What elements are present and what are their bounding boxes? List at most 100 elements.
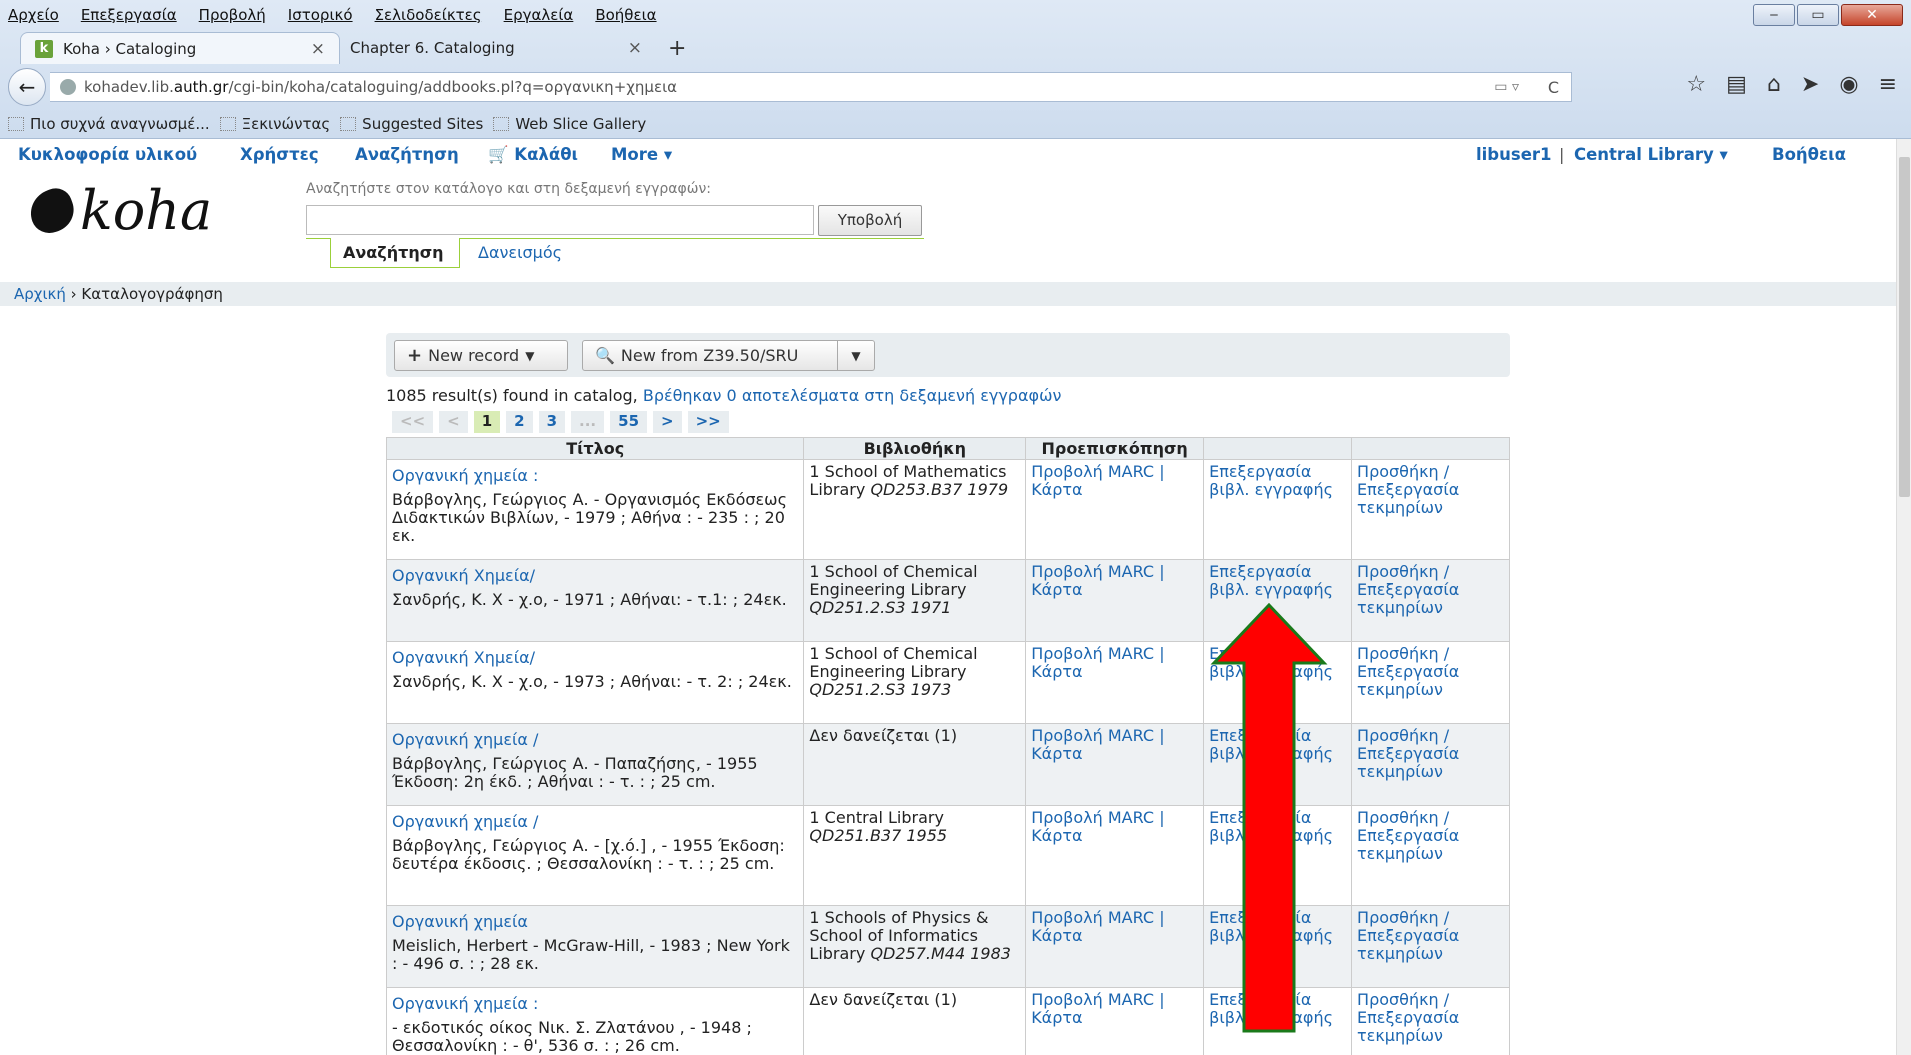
pager-prev: < xyxy=(439,411,468,433)
annotation-arrow-icon xyxy=(1210,603,1328,1033)
close-window-button[interactable]: ✕ xyxy=(1841,4,1903,26)
nav-user[interactable]: libuser1 xyxy=(1476,145,1552,164)
nav-help[interactable]: Βοήθεια xyxy=(1772,145,1846,164)
view-marc-link[interactable]: Προβολή MARC | xyxy=(1031,562,1164,581)
menu-help[interactable]: Βοήθεια xyxy=(595,6,656,24)
nav-search[interactable]: Αναζήτηση xyxy=(355,145,459,164)
view-marc-link[interactable]: Προβολή MARC | xyxy=(1031,644,1164,663)
bookmark-web-slice[interactable]: Web Slice Gallery xyxy=(493,115,646,133)
table-row: Οργανική χημεία : Βάρβογλης, Γεώργιος Α. … xyxy=(385,459,1510,560)
back-arrow-icon[interactable]: ← xyxy=(8,68,46,106)
edit-biblio-link[interactable]: Επεξεργασία βιβλ. εγγραφής xyxy=(1209,562,1333,599)
close-icon[interactable]: × xyxy=(311,39,325,59)
pager-next[interactable]: > xyxy=(653,411,682,433)
url-domain: auth.gr xyxy=(173,78,229,96)
maximize-button[interactable]: ▭ xyxy=(1797,4,1839,26)
reload-icon[interactable]: C xyxy=(1548,78,1559,97)
menu-bookmarks[interactable]: Σελιδοδείκτες xyxy=(375,6,482,24)
nav-library[interactable]: Central Library ▾ xyxy=(1574,145,1728,164)
nav-patrons[interactable]: Χρήστες xyxy=(240,145,319,164)
send-icon[interactable]: ➤ xyxy=(1801,72,1819,97)
table-header-row: Τίτλος Βιβλιοθήκη Προεπισκόπηση xyxy=(385,437,1510,460)
breadcrumb-home[interactable]: Αρχική xyxy=(14,285,66,303)
add-edit-items-link[interactable]: Προσθήκη / Επεξεργασία τεκμηρίων xyxy=(1357,908,1459,963)
add-edit-items-link[interactable]: Προσθήκη / Επεξεργασία τεκμηρίων xyxy=(1357,726,1459,781)
pager-page-2[interactable]: 2 xyxy=(506,411,533,433)
bookmark-suggested-sites[interactable]: Suggested Sites xyxy=(340,115,483,133)
card-link[interactable]: Κάρτα xyxy=(1031,662,1082,681)
home-icon[interactable]: ⌂ xyxy=(1767,72,1781,97)
menu-history[interactable]: Ιστορικό xyxy=(288,6,353,24)
hamburger-menu-icon[interactable]: ≡ xyxy=(1879,72,1897,97)
add-edit-items-link[interactable]: Προσθήκη / Επεξεργασία τεκμηρίων xyxy=(1357,990,1459,1045)
bookmark-getting-started[interactable]: Ξεκινώντας xyxy=(219,115,330,133)
bookmark-icon xyxy=(493,117,510,131)
view-marc-link[interactable]: Προβολή MARC | xyxy=(1031,726,1164,745)
edit-cell: Επεξεργασία βιβλ. εγγραφής xyxy=(1203,459,1353,560)
window-controls: ‒ ▭ ✕ xyxy=(1753,4,1903,26)
minimize-button[interactable]: ‒ xyxy=(1753,4,1795,26)
view-marc-link[interactable]: Προβολή MARC | xyxy=(1031,990,1164,1009)
add-edit-items-link[interactable]: Προσθήκη / Επεξεργασία τεκμηρίων xyxy=(1357,462,1459,517)
nav-library-label: Central Library xyxy=(1574,145,1714,164)
menu-tools[interactable]: Εργαλεία xyxy=(504,6,574,24)
card-link[interactable]: Κάρτα xyxy=(1031,926,1082,945)
tab-chapter-6[interactable]: Chapter 6. Cataloging × xyxy=(336,32,656,64)
new-from-z3950-button[interactable]: 🔍 New from Z39.50/SRU xyxy=(582,340,838,371)
close-icon[interactable]: × xyxy=(628,38,642,58)
menu-edit[interactable]: Επεξεργασία xyxy=(81,6,177,24)
record-title-link[interactable]: Οργανική Χημεία/ xyxy=(392,567,798,585)
bookmark-most-visited[interactable]: Πιο συχνά αναγνωσμέ... xyxy=(8,115,210,133)
search-submit-button[interactable]: Υποβολή xyxy=(818,205,922,236)
card-link[interactable]: Κάρτα xyxy=(1031,480,1082,499)
pager-page-1: 1 xyxy=(473,411,501,433)
menu-file[interactable]: Αρχείο xyxy=(8,6,59,24)
url-path: /cgi-bin/koha/cataloguing/addbooks.pl?q=… xyxy=(228,78,678,96)
address-bar[interactable]: kohadev.lib. auth.gr/cgi-bin/koha/catalog… xyxy=(50,72,1572,102)
reader-view-icon[interactable]: ▭ ▿ xyxy=(1494,79,1519,95)
record-title-link[interactable]: Οργανική χημεία xyxy=(392,913,798,931)
add-edit-items-link[interactable]: Προσθήκη / Επεξεργασία τεκμηρίων xyxy=(1357,562,1459,617)
pager-last[interactable]: >> xyxy=(687,411,729,433)
view-marc-link[interactable]: Προβολή MARC | xyxy=(1031,462,1164,481)
page-scrollbar[interactable] xyxy=(1896,139,1911,1055)
record-title-link[interactable]: Οργανική χημεία : xyxy=(392,467,798,485)
nav-circulation[interactable]: Κυκλοφορία υλικού xyxy=(18,145,197,164)
tab-checkout[interactable]: Δανεισμός xyxy=(466,238,574,268)
koha-logo[interactable]: koha xyxy=(24,179,212,242)
catalog-search-input[interactable] xyxy=(306,205,814,235)
view-marc-link[interactable]: Προβολή MARC | xyxy=(1031,808,1164,827)
record-title-link[interactable]: Οργανική χημεία / xyxy=(392,731,798,749)
tab-search[interactable]: Αναζήτηση xyxy=(330,238,460,268)
col-items xyxy=(1351,437,1510,460)
card-link[interactable]: Κάρτα xyxy=(1031,826,1082,845)
record-title-link[interactable]: Οργανική χημεία : xyxy=(392,995,798,1013)
nav-cart[interactable]: 🛒 Καλάθι xyxy=(488,145,578,165)
call-number: QD257.M44 1983 xyxy=(870,944,1011,963)
tab-koha-cataloging[interactable]: k Koha › Cataloging × xyxy=(20,32,340,64)
table-row: Οργανική χημεία / Βάρβογλης, Γεώργιος Α. … xyxy=(385,723,1510,806)
card-link[interactable]: Κάρτα xyxy=(1031,1008,1082,1027)
chat-icon[interactable]: ◉ xyxy=(1839,72,1858,97)
add-edit-items-link[interactable]: Προσθήκη / Επεξεργασία τεκμηρίων xyxy=(1357,644,1459,699)
new-tab-icon[interactable]: + xyxy=(668,36,686,61)
scrollbar-thumb[interactable] xyxy=(1899,157,1910,497)
z3950-dropdown-button[interactable]: ▼ xyxy=(837,340,875,371)
bookmark-list-icon[interactable]: ▤ xyxy=(1726,72,1747,97)
record-title-link[interactable]: Οργανική χημεία / xyxy=(392,813,798,831)
pager-page-3[interactable]: 3 xyxy=(538,411,566,433)
view-marc-link[interactable]: Προβολή MARC | xyxy=(1031,908,1164,927)
star-icon[interactable]: ☆ xyxy=(1686,72,1706,97)
new-record-button[interactable]: + New record ▼ xyxy=(394,340,568,371)
nav-more[interactable]: More ▾ xyxy=(611,145,672,164)
pager-page-55[interactable]: 55 xyxy=(610,411,648,433)
menu-view[interactable]: Προβολή xyxy=(199,6,266,24)
reservoir-results-link[interactable]: Βρέθηκαν 0 αποτελέσματα στη δεξαμενή εγγ… xyxy=(643,386,1062,405)
card-link[interactable]: Κάρτα xyxy=(1031,744,1082,763)
edit-biblio-link[interactable]: Επεξεργασία βιβλ. εγγραφής xyxy=(1209,462,1333,499)
holding-library: 1 School of Chemical Engineering Library xyxy=(809,562,978,599)
record-title-link[interactable]: Οργανική Χημεία/ xyxy=(392,649,798,667)
card-link[interactable]: Κάρτα xyxy=(1031,580,1082,599)
items-cell: Προσθήκη / Επεξεργασία τεκμηρίων xyxy=(1351,987,1510,1055)
add-edit-items-link[interactable]: Προσθήκη / Επεξεργασία τεκμηρίων xyxy=(1357,808,1459,863)
